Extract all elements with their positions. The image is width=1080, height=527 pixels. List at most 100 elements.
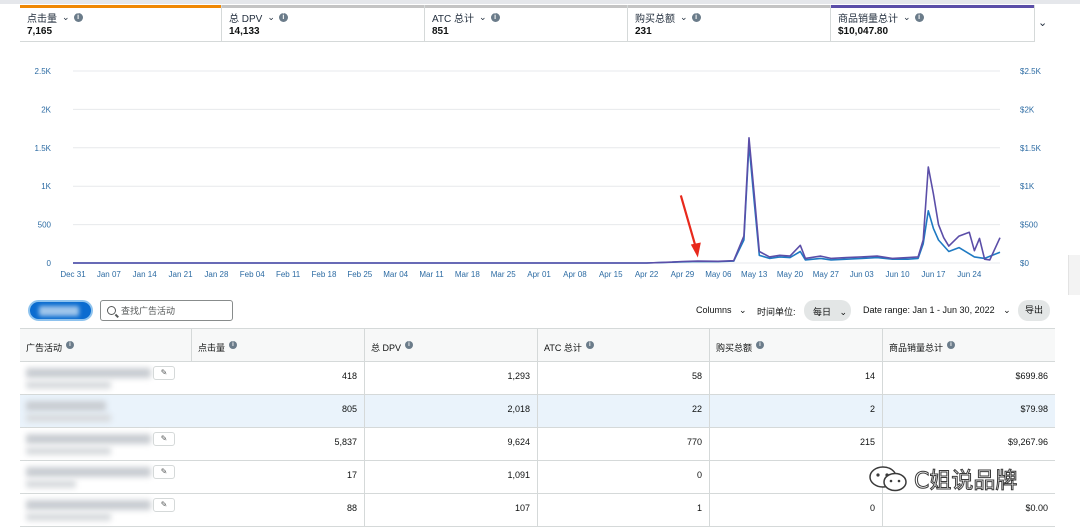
info-icon[interactable]: i <box>756 341 765 349</box>
x-tick-label: May 20 <box>777 270 804 279</box>
campaign-name-cell[interactable]: ✎ <box>20 428 192 461</box>
y-right-tick-label: $1.5K <box>1020 144 1042 153</box>
table-row[interactable]: 805 2,018 22 2 $79.98 <box>20 395 1055 428</box>
campaign-name-cell[interactable] <box>20 395 192 428</box>
blurred-campaign-name <box>26 401 106 411</box>
performance-chart: 0 $0 500 $500 1K $1K 1.5K $1.5K 2K $2K 2.5K $2.5K De… <box>0 55 1080 285</box>
purchases-cell: 0 <box>710 494 883 527</box>
time-unit-select[interactable]: 每日 ⌄ <box>804 300 851 321</box>
edit-pencil-icon[interactable]: ✎ <box>153 366 175 380</box>
metric-value: 7,165 <box>27 26 53 37</box>
x-tick-label: Mar 25 <box>491 270 516 279</box>
chevron-down-icon: ⌄ <box>1003 305 1011 315</box>
clicks-cell: 5,837 <box>192 428 365 461</box>
chevron-down-icon[interactable]: ⌄ <box>62 12 70 23</box>
column-header-atc[interactable]: ATC 总计 i <box>538 329 710 362</box>
columns-dropdown[interactable]: Columns ⌄ <box>696 305 747 316</box>
column-header-purchases[interactable]: 购买总额 i <box>710 329 883 362</box>
y-right-tick-label: $1K <box>1020 182 1035 191</box>
metric-card-clicks[interactable]: 点击量 ⌄ i 7,165 <box>20 5 222 42</box>
x-tick-label: Jan 28 <box>204 270 229 279</box>
column-header-dpv[interactable]: 总 DPV i <box>365 329 538 362</box>
edit-pencil-icon[interactable]: ✎ <box>153 498 175 512</box>
x-tick-label: Jun 24 <box>957 270 982 279</box>
campaign-name-cell[interactable]: ✎ <box>20 461 192 494</box>
export-button[interactable]: 导出 <box>1018 300 1050 321</box>
metric-color-bar <box>425 5 627 8</box>
column-header-sales[interactable]: 商品销量总计 i <box>883 329 1055 362</box>
metric-card-atc[interactable]: ATC 总计 ⌄ i 851 <box>425 5 628 42</box>
chevron-down-icon[interactable]: ⌄ <box>903 12 911 23</box>
x-tick-label: Feb 04 <box>240 270 265 279</box>
info-icon[interactable]: i <box>66 341 75 349</box>
edit-pencil-icon[interactable]: ✎ <box>153 432 175 446</box>
clicks-cell: 17 <box>192 461 365 494</box>
search-placeholder: 查找广告活动 <box>121 306 176 316</box>
chevron-down-icon[interactable]: ⌄ <box>479 12 487 23</box>
x-tick-label: Mar 04 <box>383 270 408 279</box>
chevron-down-icon[interactable]: ⌄ <box>267 12 275 23</box>
x-tick-label: Jun 10 <box>886 270 911 279</box>
edit-pencil-icon[interactable]: ✎ <box>153 465 175 479</box>
chevron-down-icon[interactable]: ⌄ <box>680 12 688 23</box>
info-icon[interactable]: i <box>914 12 924 22</box>
campaign-name-cell[interactable]: ✎ <box>20 494 192 527</box>
info-icon[interactable]: i <box>947 341 956 349</box>
blurred-button-label <box>39 306 79 316</box>
x-tick-label: Mar 18 <box>455 270 480 279</box>
table-row[interactable]: ✎ 418 1,293 58 14 $699.86 <box>20 362 1055 395</box>
clicks-cell: 88 <box>192 494 365 527</box>
x-tick-label: Jun 03 <box>850 270 875 279</box>
time-unit-label: 时间单位: <box>757 307 796 317</box>
table-row[interactable]: ✎ 88 107 1 0 $0.00 <box>20 494 1055 527</box>
header-label: 商品销量总计 <box>889 343 944 353</box>
x-tick-label: Feb 18 <box>312 270 337 279</box>
metric-label: 点击量 <box>27 13 57 25</box>
metric-value: 851 <box>432 26 449 37</box>
collapse-chevron-icon[interactable]: ⌄ <box>1038 16 1047 29</box>
sales-cell: $79.98 <box>1020 404 1048 414</box>
info-icon[interactable]: i <box>691 12 701 22</box>
x-tick-label: Mar 11 <box>419 270 444 279</box>
date-range-value: Date range: Jan 1 - Jun 30, 2022 <box>863 305 995 315</box>
campaign-table: 广告活动 i 点击量 i 总 DPV i ATC 总计 i 购买总额 i 商品销量总计 i … <box>20 328 1055 527</box>
annotation-arrow-head <box>690 242 701 258</box>
date-range-picker[interactable]: Date range: Jan 1 - Jun 30, 2022 ⌄ <box>863 305 1011 316</box>
info-icon[interactable]: i <box>229 341 238 349</box>
purchases-cell <box>710 461 883 494</box>
clicks-cell: 418 <box>192 362 365 395</box>
x-tick-label: Jan 07 <box>97 270 122 279</box>
side-scroll-handle[interactable] <box>1068 255 1080 295</box>
header-label: 购买总额 <box>716 343 753 353</box>
blurred-campaign-subtext <box>26 513 111 521</box>
info-icon[interactable]: i <box>585 341 594 349</box>
metric-value: 14,133 <box>229 26 260 37</box>
header-label: 广告活动 <box>26 343 63 353</box>
table-row[interactable]: ✎ 5,837 9,624 770 215 $9,267.96 <box>20 428 1055 461</box>
sales-cell: $0.00 <box>1025 503 1048 513</box>
column-header-clicks[interactable]: 点击量 i <box>192 329 365 362</box>
dpv-cell: 9,624 <box>365 428 538 461</box>
table-header: 广告活动 i 点击量 i 总 DPV i ATC 总计 i 购买总额 i 商品销量总计 i <box>20 329 1055 362</box>
info-icon[interactable]: i <box>278 12 288 22</box>
metric-card-sales[interactable]: 商品销量总计 ⌄ i $10,047.80 <box>831 5 1035 42</box>
header-label: 点击量 <box>198 343 226 353</box>
chart-canvas: 0 $0 500 $500 1K $1K 1.5K $1.5K 2K $2K 2.5K $2.5K De… <box>35 67 1042 279</box>
header-label: 总 DPV <box>371 343 402 353</box>
atc-cell: 58 <box>538 362 710 395</box>
x-tick-label: Apr 22 <box>635 270 659 279</box>
blurred-campaign-subtext <box>26 447 111 455</box>
campaign-search-input[interactable]: 查找广告活动 <box>100 300 233 321</box>
metric-card-purchases[interactable]: 购买总额 ⌄ i 231 <box>628 5 831 42</box>
y-left-tick-label: 2K <box>41 105 51 114</box>
campaign-name-cell[interactable]: ✎ <box>20 362 192 395</box>
metric-label: 商品销量总计 <box>838 13 898 25</box>
create-campaign-button[interactable] <box>28 300 93 321</box>
info-icon[interactable]: i <box>405 341 414 349</box>
info-icon[interactable]: i <box>73 12 83 22</box>
blurred-campaign-name <box>26 500 151 510</box>
x-tick-label: Jan 21 <box>169 270 194 279</box>
metric-card-dpv[interactable]: 总 DPV ⌄ i 14,133 <box>222 5 425 42</box>
column-header-campaign[interactable]: 广告活动 i <box>20 329 192 362</box>
info-icon[interactable]: i <box>490 12 500 22</box>
